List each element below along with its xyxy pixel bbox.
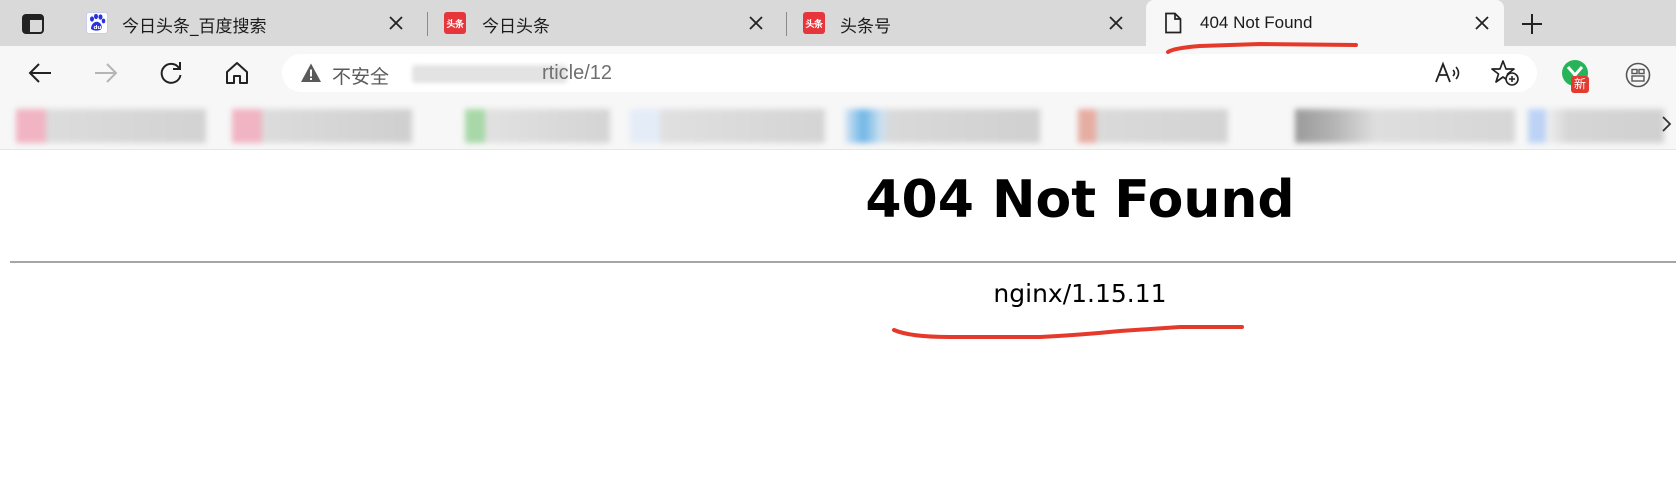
- close-icon: [749, 16, 763, 30]
- extension-badge: 新: [1571, 76, 1590, 93]
- tab-baidu-search[interactable]: du 今日头条_百度搜索: [70, 0, 418, 46]
- page-icon: [1162, 12, 1184, 34]
- close-icon: [1475, 16, 1489, 30]
- browser-toolbar: 不安全 rticle/12 新: [0, 46, 1676, 98]
- refresh-icon: [160, 62, 182, 84]
- favorite-item[interactable]: [845, 109, 1040, 143]
- tab-close-button[interactable]: [744, 11, 768, 35]
- forward-button[interactable]: [88, 55, 124, 91]
- home-icon: [226, 62, 248, 84]
- tab-toutiao-hao[interactable]: 头条 头条号: [790, 0, 1138, 46]
- toutiao-icon: 头条: [803, 12, 825, 34]
- tab-actions-button[interactable]: [13, 10, 53, 38]
- add-favorite-icon[interactable]: [1490, 59, 1520, 87]
- tab-close-button[interactable]: [1470, 11, 1494, 35]
- home-button[interactable]: [219, 55, 255, 91]
- baidu-paw-icon: du: [86, 12, 108, 34]
- favorite-item[interactable]: [1528, 109, 1664, 143]
- tab-close-button[interactable]: [1104, 11, 1128, 35]
- favorite-item[interactable]: [1295, 109, 1515, 143]
- favorite-item[interactable]: [232, 109, 412, 143]
- url-text[interactable]: rticle/12: [542, 62, 612, 85]
- tab-title: 今日头条_百度搜索: [122, 17, 267, 37]
- close-icon: [389, 16, 403, 30]
- tab-close-button[interactable]: [384, 11, 408, 35]
- refresh-button[interactable]: [153, 55, 189, 91]
- horizontal-rule: [10, 261, 1676, 263]
- favorite-item[interactable]: [1078, 109, 1228, 143]
- tab-title: 头条号: [840, 17, 891, 37]
- read-aloud-icon[interactable]: [1434, 60, 1462, 86]
- collections-icon[interactable]: [1625, 62, 1651, 88]
- tab-divider: [786, 12, 787, 36]
- annotation-underline-server: [892, 325, 1244, 339]
- tab-strip: du 今日头条_百度搜索 头条 今日头条 头条 头条号 404 Not Foun…: [0, 0, 1676, 46]
- tab-title: 404 Not Found: [1200, 13, 1313, 32]
- server-signature: nginx/1.15.11: [993, 279, 1167, 308]
- favorites-bar: [0, 98, 1676, 150]
- close-icon: [1109, 16, 1123, 30]
- chevron-right-icon[interactable]: [1660, 114, 1674, 134]
- favorite-item[interactable]: [630, 109, 825, 143]
- tab-toutiao[interactable]: 头条 今日头条: [430, 0, 778, 46]
- svg-text:du: du: [94, 25, 102, 31]
- page-title: 404 Not Found: [865, 170, 1295, 230]
- annotation-underline-tab: [1166, 41, 1358, 54]
- security-status-label[interactable]: 不安全: [332, 62, 389, 89]
- warning-icon[interactable]: [300, 62, 322, 84]
- tab-title: 今日头条: [482, 17, 550, 37]
- tab-divider: [427, 12, 428, 36]
- favorite-item[interactable]: [465, 109, 610, 143]
- plus-icon: [1522, 14, 1542, 34]
- back-button[interactable]: [22, 55, 58, 91]
- toutiao-icon: 头条: [444, 12, 466, 34]
- new-tab-button[interactable]: [1516, 8, 1548, 40]
- arrow-left-icon: [28, 63, 51, 83]
- arrow-right-icon: [95, 63, 118, 83]
- favorite-item[interactable]: [16, 109, 206, 143]
- tab-actions-icon: [22, 14, 44, 34]
